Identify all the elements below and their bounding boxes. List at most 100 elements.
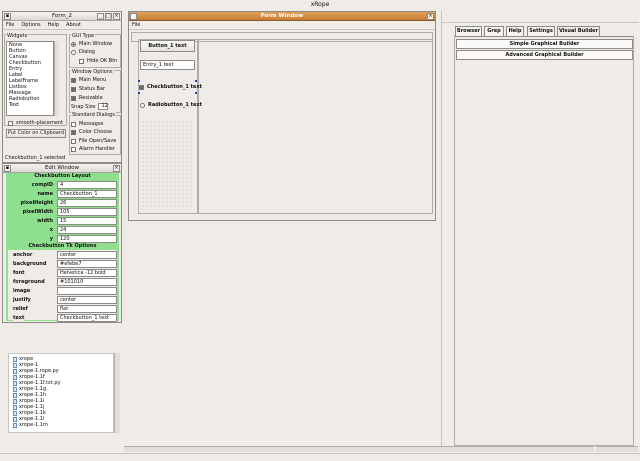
menu-about[interactable]: About bbox=[66, 22, 81, 28]
selection-handle-tr[interactable] bbox=[195, 80, 197, 82]
tk-label-foreground: foreground bbox=[13, 279, 45, 285]
gui-type-label: GUI Type bbox=[71, 33, 96, 39]
form-entry-1[interactable]: Entry_1 text bbox=[140, 60, 195, 70]
status-bar-checkbox[interactable] bbox=[71, 86, 76, 92]
tk-value-justify[interactable]: center bbox=[57, 296, 117, 304]
gui-dialog-radio[interactable]: Dialog bbox=[71, 49, 95, 55]
tab-visual-builder[interactable]: Visual Builder bbox=[557, 26, 600, 36]
snap-size-row: Snap Size 12 bbox=[71, 103, 109, 110]
tk-value-text[interactable]: Checkbutton_1 text bbox=[57, 314, 117, 322]
edit-window-title: Edit Window bbox=[44, 165, 80, 171]
hide-ok-checkbox[interactable] bbox=[79, 58, 84, 64]
gui-main-window-radio[interactable]: Main Window bbox=[71, 41, 112, 47]
main-menu-checkbox[interactable] bbox=[71, 77, 76, 83]
form-window-titlebar[interactable]: ▪ Form Window × bbox=[129, 12, 435, 21]
file-icon bbox=[13, 398, 17, 404]
simple-graphical-builder-button[interactable]: Simple Graphical Builder bbox=[456, 39, 633, 49]
layout-label-x: x bbox=[49, 227, 53, 233]
color-choose-checkbox[interactable] bbox=[71, 129, 76, 135]
tk-options-section-header: Checkbutton Tk Options bbox=[6, 243, 119, 250]
layout-value-width[interactable]: 15 bbox=[57, 217, 117, 225]
status-bar-check[interactable]: Status Bar bbox=[71, 86, 105, 92]
file-tree-list[interactable]: xrope xrope-1 xrope-1.rope.py xrope-1.1f xro… bbox=[8, 353, 114, 433]
close-icon[interactable]: × bbox=[113, 13, 120, 20]
menu-help[interactable]: Help bbox=[48, 22, 59, 28]
selection-handle-bl[interactable] bbox=[138, 92, 140, 94]
gui-dialog-radio-icon[interactable] bbox=[71, 49, 76, 55]
tab-content-frame bbox=[454, 36, 634, 446]
smooth-placement-check[interactable]: smooth-placement bbox=[8, 120, 63, 126]
alarm-handler-checkbox[interactable] bbox=[71, 146, 76, 152]
form-button-1[interactable]: Button_1 text bbox=[140, 40, 195, 52]
layout-value-name[interactable]: Checkbutton_1 bbox=[57, 190, 117, 198]
widgets-scrollbar[interactable] bbox=[54, 41, 59, 116]
form-radiobutton-label: Radiobutton_1 text bbox=[148, 102, 202, 108]
widget-item-text[interactable]: Text bbox=[7, 102, 53, 108]
form-window-menu-file[interactable]: File bbox=[132, 22, 140, 28]
form-radiobutton-icon[interactable] bbox=[140, 102, 145, 108]
form-checkbutton-box[interactable] bbox=[139, 84, 144, 90]
close-icon[interactable]: × bbox=[427, 13, 434, 20]
messages-checkbox[interactable] bbox=[71, 121, 76, 127]
form2-window: ▪ Form_2 _ □ × File Options Help About W… bbox=[2, 11, 122, 163]
file-open-save-checkbox[interactable] bbox=[71, 138, 76, 144]
smooth-placement-checkbox[interactable] bbox=[8, 120, 13, 126]
close-icon[interactable]: × bbox=[113, 165, 120, 172]
snap-size-input[interactable]: 12 bbox=[98, 103, 109, 110]
tk-value-background[interactable]: #efebe7 bbox=[57, 260, 117, 268]
file-open-save-check[interactable]: File Open/Save bbox=[71, 138, 116, 144]
minimize-icon[interactable]: _ bbox=[97, 13, 104, 20]
selection-handle-br[interactable] bbox=[195, 92, 197, 94]
main-horizontal-scrollbar[interactable] bbox=[124, 446, 594, 452]
layout-value-compid[interactable]: 4 bbox=[57, 181, 117, 189]
form-checkbutton-1[interactable]: Checkbutton_1 text bbox=[139, 84, 202, 90]
form-radiobutton-1[interactable]: Radiobutton_1 text bbox=[140, 102, 202, 108]
main-menu-check[interactable]: Main Menu bbox=[71, 77, 106, 83]
status-bar-label: Status Bar bbox=[79, 86, 106, 92]
tk-value-relief[interactable]: flat bbox=[57, 305, 117, 313]
messages-check[interactable]: Messages bbox=[71, 121, 104, 127]
selection-handle-tl[interactable] bbox=[138, 80, 140, 82]
layout-value-pixelheight[interactable]: 26 bbox=[57, 199, 117, 207]
form2-titlebar[interactable]: ▪ Form_2 _ □ × bbox=[3, 12, 121, 21]
menu-file[interactable]: File bbox=[6, 22, 14, 28]
tab-settings[interactable]: Settings bbox=[527, 26, 555, 36]
resizable-check[interactable]: Resizable bbox=[71, 95, 103, 101]
resizable-checkbox[interactable] bbox=[71, 95, 76, 101]
layout-value-x[interactable]: 24 bbox=[57, 226, 117, 234]
advanced-graphical-builder-button[interactable]: Advanced Graphical Builder bbox=[456, 50, 633, 60]
layout-value-y[interactable]: 120 bbox=[57, 235, 117, 243]
tk-label-text: text bbox=[13, 315, 25, 321]
tk-value-image[interactable] bbox=[57, 287, 117, 295]
widgets-listbox[interactable]: None Button Canvas Checkbutton Entry Lab… bbox=[6, 41, 54, 116]
tk-label-image: image bbox=[13, 288, 31, 294]
layout-label-width: width bbox=[37, 218, 53, 224]
tab-browser[interactable]: Browser bbox=[455, 26, 482, 36]
hide-ok-check[interactable]: Hide OK Btn bbox=[79, 58, 117, 64]
file-icon bbox=[13, 380, 17, 386]
menu-options[interactable]: Options bbox=[21, 22, 40, 28]
file-tree-scrollbar[interactable] bbox=[114, 353, 120, 433]
alarm-handler-label: Alarm Handler bbox=[79, 146, 115, 152]
tk-value-anchor[interactable]: center bbox=[57, 251, 117, 259]
tk-label-background: background bbox=[13, 261, 47, 267]
tab-grep[interactable]: Grep bbox=[484, 26, 504, 36]
form-canvas-right bbox=[198, 39, 433, 214]
tk-value-foreground[interactable]: #101010 bbox=[57, 278, 117, 286]
tk-value-font[interactable]: Helvetica -12 bold bbox=[57, 269, 117, 277]
maximize-icon[interactable]: □ bbox=[105, 13, 112, 20]
tab-help[interactable]: Help bbox=[506, 26, 524, 36]
layout-label-name: name bbox=[37, 191, 53, 197]
gui-dialog-label: Dialog bbox=[79, 49, 95, 55]
file-icon bbox=[13, 386, 17, 392]
color-choose-check[interactable]: Color Choose bbox=[71, 129, 112, 135]
app-title: xRope bbox=[310, 1, 330, 8]
put-color-button[interactable]: Put Color on Clipboard bbox=[6, 129, 66, 138]
right-horizontal-scrollbar[interactable] bbox=[596, 446, 638, 452]
alarm-handler-check[interactable]: Alarm Handler bbox=[71, 146, 115, 152]
edit-window-titlebar[interactable]: ▪ Edit Window × bbox=[3, 164, 121, 173]
smooth-placement-label: smooth-placement bbox=[16, 120, 64, 126]
gui-main-window-radio-icon[interactable] bbox=[71, 41, 76, 47]
layout-value-pixelwidth[interactable]: 105 bbox=[57, 208, 117, 216]
file-tree-item[interactable]: xrope-1.1m bbox=[13, 422, 109, 428]
